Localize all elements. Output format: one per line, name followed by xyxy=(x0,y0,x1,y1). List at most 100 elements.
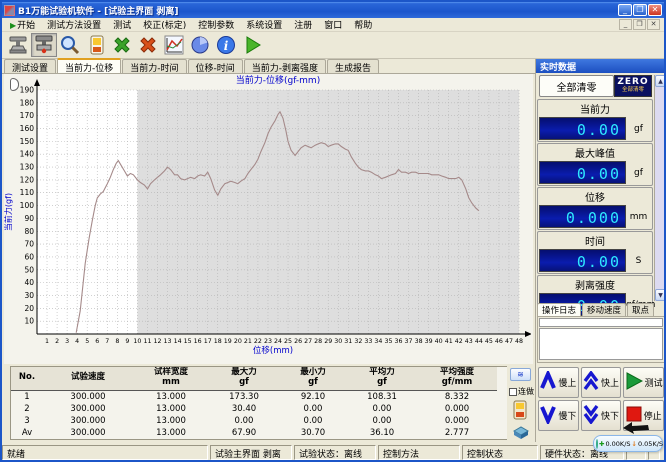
fast-down-button[interactable]: 快下 xyxy=(581,400,622,431)
table-cell: 0.00 xyxy=(347,415,417,427)
svg-text:12: 12 xyxy=(153,338,161,345)
svg-text:5: 5 xyxy=(85,338,89,345)
menu-item-1[interactable]: 测试方法设置 xyxy=(41,21,107,31)
readout-2: 位移0.000mm xyxy=(537,187,653,230)
table-row[interactable]: 1300.00013.000173.3092.10108.318.332 xyxy=(11,390,497,403)
svg-text:140: 140 xyxy=(20,150,35,159)
close-button[interactable]: ✕ xyxy=(648,4,662,16)
menu-item-8[interactable]: 帮助 xyxy=(348,21,378,31)
results-table[interactable]: No.试验速度试样宽度mm最大力gf最小力gf平均力gf平均强度gf/mm130… xyxy=(11,367,497,439)
curve-chart-icon[interactable] xyxy=(161,33,187,57)
tab-1[interactable]: 当前力-位移 xyxy=(57,58,121,73)
table-row[interactable]: Av300.00013.00067.9030.7036.102.777 xyxy=(11,427,497,439)
svg-text:15: 15 xyxy=(184,338,192,345)
log-input[interactable] xyxy=(539,318,663,327)
app-window: B1万能试验机软件 - [试验主界面 剥离] _ ❐ ✕ ▶开始测试方法设置测试… xyxy=(0,0,666,462)
continuous-checkbox[interactable] xyxy=(509,388,517,396)
svg-text:120: 120 xyxy=(20,175,35,184)
fast-up-button[interactable]: 快上 xyxy=(581,367,622,398)
table-cell: 8.332 xyxy=(417,390,497,403)
jog-label: 测试 xyxy=(645,376,663,389)
start-play-icon[interactable] xyxy=(239,33,265,57)
table-row[interactable]: 3300.00013.0000.000.000.000.000 xyxy=(11,415,497,427)
log-tab-0[interactable]: 操作日志 xyxy=(537,303,581,316)
svg-text:42: 42 xyxy=(455,338,463,345)
zero-badge-label: ZERO xyxy=(615,78,651,87)
svg-text:190: 190 xyxy=(20,86,35,95)
tab-2[interactable]: 当前力-时间 xyxy=(122,59,186,73)
menu-item-7[interactable]: 窗口 xyxy=(318,21,348,31)
readout-value: 0.00 xyxy=(539,117,626,140)
log-body[interactable] xyxy=(539,328,663,360)
mouse-cursor-icon xyxy=(622,421,654,434)
menu-item-5[interactable]: 系统设置 xyxy=(240,21,288,31)
testing-machine-icon[interactable] xyxy=(5,33,31,57)
network-speed-widget[interactable]: ✚ 0.00K/S ↓ 0.05K/S e xyxy=(593,435,663,452)
jog-label: 慢上 xyxy=(558,376,576,389)
menu-item-0[interactable]: ▶开始 xyxy=(4,21,41,31)
svg-text:18: 18 xyxy=(214,338,222,345)
log-tab-1[interactable]: 移动速度 xyxy=(582,303,626,316)
menu-item-2[interactable]: 测试 xyxy=(107,21,137,31)
svg-text:37: 37 xyxy=(405,338,413,345)
status-section-0: 就绪 xyxy=(2,445,208,460)
save-icon[interactable] xyxy=(83,33,109,57)
restore-button[interactable]: ❐ xyxy=(633,4,647,16)
upload-arrow-icon: ✚ xyxy=(599,440,604,448)
svg-text:30: 30 xyxy=(24,291,34,300)
svg-text:60: 60 xyxy=(24,252,34,261)
log-tab-2[interactable]: 取点 xyxy=(627,303,654,316)
delete-red-x-icon[interactable] xyxy=(135,33,161,57)
test-button[interactable]: 测试 xyxy=(623,367,664,398)
menu-item-6[interactable]: 注册 xyxy=(288,21,318,31)
table-cell: 0.000 xyxy=(417,415,497,427)
info-icon[interactable]: i xyxy=(213,33,239,57)
table-cell: 0.00 xyxy=(279,403,347,415)
collapse-table-button[interactable]: ≋ xyxy=(510,368,531,381)
slow-up-button[interactable]: 慢上 xyxy=(538,367,579,398)
table-row[interactable]: 2300.00013.00030.400.000.000.000 xyxy=(11,403,497,415)
slow-down-button[interactable]: 慢下 xyxy=(538,400,579,431)
tab-4[interactable]: 当前力-剥离强度 xyxy=(244,59,326,73)
svg-text:46: 46 xyxy=(495,338,503,345)
svg-text:130: 130 xyxy=(20,163,35,172)
svg-text:i: i xyxy=(224,39,229,53)
pie-chart-icon[interactable] xyxy=(187,33,213,57)
chart-xlabel: 位移(mm) xyxy=(253,345,293,356)
force-displacement-chart[interactable]: 1020304050607080901001101201301401501601… xyxy=(4,74,533,362)
mdi-close-button[interactable]: ✕ xyxy=(647,19,660,30)
menu-item-4[interactable]: 控制参数 xyxy=(192,21,240,31)
upload-speed: 0.00K/S xyxy=(605,440,630,448)
toolbar: i xyxy=(2,32,664,59)
mdi-restore-button[interactable]: ❐ xyxy=(633,19,646,30)
results-table-panel: No.试验速度试样宽度mm最大力gf最小力gf平均力gf平均强度gf/mm130… xyxy=(10,366,507,440)
readout-label: 时间 xyxy=(538,232,652,249)
clear-green-x-icon[interactable] xyxy=(109,33,135,57)
testing-machine-active-icon[interactable] xyxy=(31,33,57,57)
svg-text:25: 25 xyxy=(284,338,292,345)
menu-item-3[interactable]: 校正(标定) xyxy=(137,21,192,31)
table-cell: 300.000 xyxy=(43,427,133,439)
chart-panel: 1020304050607080901001101201301401501601… xyxy=(4,74,533,364)
printer-icon[interactable] xyxy=(511,422,531,443)
minimize-button[interactable]: _ xyxy=(618,4,632,16)
readout-unit: gf xyxy=(626,124,651,134)
table-cell: 300.000 xyxy=(43,403,133,415)
scroll-up-icon[interactable]: ▲ xyxy=(655,75,666,87)
tab-5[interactable]: 生成报告 xyxy=(327,59,379,73)
table-cell: 0.00 xyxy=(347,403,417,415)
svg-text:36: 36 xyxy=(394,338,402,345)
scroll-down-icon[interactable]: ▼ xyxy=(655,289,666,301)
readout-1: 最大峰值0.00gf xyxy=(537,143,653,186)
status-section-4: 控制状态 xyxy=(462,445,538,460)
tab-3[interactable]: 位移-时间 xyxy=(188,59,243,73)
tab-0[interactable]: 测试设置 xyxy=(4,59,56,73)
readouts-scrollbar[interactable]: ▲ ▼ xyxy=(654,75,666,301)
zoom-icon[interactable] xyxy=(57,33,83,57)
save-results-icon[interactable] xyxy=(511,400,529,423)
svg-text:14: 14 xyxy=(174,338,182,345)
svg-text:20: 20 xyxy=(234,338,242,345)
zero-all-button[interactable]: 全部清零 xyxy=(539,75,614,97)
zero-badge[interactable]: ZERO 全部清零 xyxy=(614,75,652,97)
mdi-minimize-button[interactable]: _ xyxy=(619,19,632,30)
